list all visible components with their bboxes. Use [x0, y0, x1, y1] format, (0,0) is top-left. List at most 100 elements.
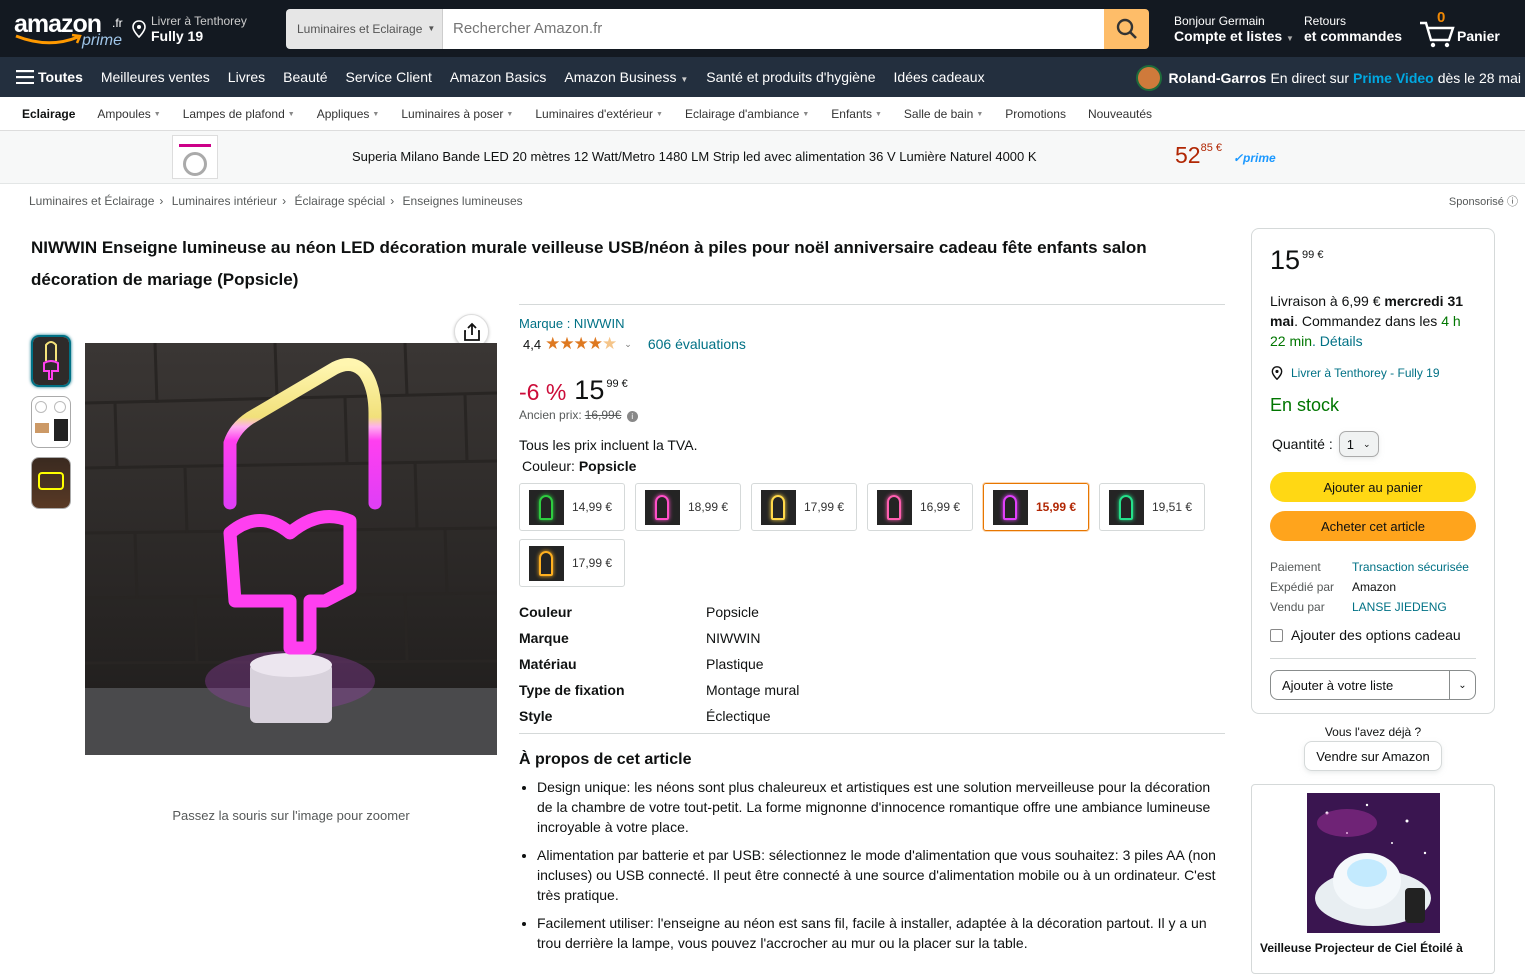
- spec-key: Matériau: [519, 656, 577, 672]
- banner-title[interactable]: Superia Milano Bande LED 20 mètres 12 Wa…: [352, 149, 1037, 164]
- payment-link[interactable]: Transaction sécurisée: [1352, 560, 1469, 574]
- color-swatch[interactable]: 17,99 €: [519, 539, 625, 587]
- account-label: Compte et listes: [1174, 27, 1283, 44]
- gift-options[interactable]: Ajouter des options cadeau: [1270, 627, 1476, 643]
- star-rating-icon[interactable]: ★★★★★: [545, 334, 617, 354]
- sponsored-banner[interactable]: Superia Milano Bande LED 20 mètres 12 Wa…: [0, 131, 1525, 184]
- ad-product-title[interactable]: Veilleuse Projecteur de Ciel Étoilé à: [1260, 941, 1463, 955]
- color-swatch[interactable]: 14,99 €: [519, 483, 625, 531]
- subnav-lampes-plafond-label: Lampes de plafond: [182, 106, 285, 121]
- color-swatch[interactable]: 16,99 €: [867, 483, 973, 531]
- banner-price-cents: 85 €: [1200, 142, 1223, 154]
- nav-item-amazon-business[interactable]: Amazon Business ▼: [564, 69, 688, 85]
- nav-item-bestsellers[interactable]: Meilleures ventes: [101, 69, 210, 85]
- spec-value: Popsicle: [706, 604, 759, 620]
- thumbnail-1[interactable]: [31, 335, 71, 387]
- subnav-enfants[interactable]: Enfants ▼: [831, 107, 882, 121]
- color-swatch[interactable]: 19,51 €: [1099, 483, 1205, 531]
- ad-product-image[interactable]: [1307, 793, 1440, 933]
- swatch-neon-glyph: [655, 494, 669, 520]
- nav-item-health[interactable]: Santé et produits d'hygiène: [706, 69, 875, 85]
- deliver-to[interactable]: Livrer à Tenthorey Fully 19: [130, 6, 278, 51]
- subnav-nouveautes[interactable]: Nouveautés: [1088, 107, 1152, 121]
- roland-garros-promo[interactable]: Roland-Garros En direct sur Prime Video …: [1136, 65, 1521, 91]
- info-icon[interactable]: ⓘ: [1507, 196, 1518, 208]
- swatch-neon-glyph: [1003, 494, 1017, 520]
- sell-on-amazon-button[interactable]: Vendre sur Amazon: [1304, 741, 1442, 771]
- product-title: NIWWIN Enseigne lumineuse au néon LED dé…: [31, 238, 1147, 289]
- banner-product-image[interactable]: [172, 135, 218, 179]
- breadcrumb-item[interactable]: Luminaires et Éclairage: [29, 194, 154, 208]
- breadcrumb-item[interactable]: Enseignes lumineuses: [403, 194, 523, 208]
- subnav-luminaires-exterieur[interactable]: Luminaires d'extérieur ▼: [535, 107, 663, 121]
- thumb-2-lamp-a: [35, 401, 47, 413]
- subnav-salle-de-bain[interactable]: Salle de bain ▼: [904, 107, 983, 121]
- nav-item-gift-ideas[interactable]: Idées cadeaux: [894, 69, 985, 85]
- nav-item-books[interactable]: Livres: [228, 69, 265, 85]
- all-menu-label: Toutes: [38, 69, 83, 85]
- color-swatch[interactable]: 18,99 €: [635, 483, 741, 531]
- add-to-cart-button[interactable]: Ajouter au panier: [1270, 472, 1476, 502]
- color-swatch[interactable]: 15,99 €: [983, 483, 1089, 531]
- search-icon: [1116, 18, 1137, 39]
- nav-item-amazon-basics[interactable]: Amazon Basics: [450, 69, 546, 85]
- breadcrumb-item[interactable]: Luminaires intérieur: [172, 194, 277, 208]
- breadcrumb-item[interactable]: Éclairage spécial: [294, 194, 385, 208]
- deliver-line2: Fully 19: [151, 27, 204, 44]
- banner-image-stripe: [179, 144, 211, 147]
- info-icon[interactable]: i: [626, 411, 638, 422]
- subnav-appliques[interactable]: Appliques ▼: [317, 107, 380, 121]
- buybox-price: 15 99 €: [1270, 245, 1476, 276]
- nav-item-amazon-business-label: Amazon Business: [564, 69, 677, 85]
- account-greeting: Bonjour Germain: [1174, 13, 1265, 28]
- chevron-down-icon[interactable]: ⌄: [624, 339, 632, 350]
- subnav-promotions[interactable]: Promotions: [1005, 107, 1066, 121]
- subnav-ampoules[interactable]: Ampoules ▼: [97, 107, 160, 121]
- account-menu[interactable]: Bonjour Germain Compte et listes ▼: [1174, 14, 1304, 44]
- subnav-lampes-plafond[interactable]: Lampes de plafond ▼: [183, 107, 295, 121]
- price-block: -6 % 15 99 €: [519, 375, 1225, 406]
- subnav-luminaires-poser[interactable]: Luminaires à poser ▼: [401, 107, 513, 121]
- brand-link[interactable]: Marque : NIWWIN: [519, 316, 1225, 331]
- swatch-neon-glyph: [539, 494, 553, 520]
- returns-orders[interactable]: Retours et commandes: [1304, 14, 1419, 44]
- thumb-2-battery: [35, 423, 49, 433]
- amazon-logo[interactable]: amazon .fr prime: [0, 0, 130, 57]
- gift-checkbox[interactable]: [1270, 628, 1283, 642]
- spec-row: Matériau Plastique: [519, 651, 1225, 677]
- swatch-image: [645, 489, 680, 525]
- subnav-eclairage[interactable]: Eclairage: [22, 107, 75, 121]
- all-menu-button[interactable]: Toutes: [16, 69, 83, 85]
- add-to-list-button[interactable]: Ajouter à votre liste: [1271, 671, 1450, 699]
- thumbnail-2[interactable]: [31, 396, 71, 448]
- delivery-location[interactable]: Livrer à Tenthorey - Fully 19: [1270, 366, 1476, 380]
- old-price-value: 16,99€: [584, 408, 622, 422]
- ratings-count-link[interactable]: 606 évaluations: [648, 336, 746, 352]
- subnav-eclairage-ambiance[interactable]: Eclairage d'ambiance ▼: [685, 107, 809, 121]
- thumbnail-3[interactable]: [31, 457, 71, 509]
- cart-button[interactable]: 0 Panier: [1419, 9, 1509, 49]
- seller-link[interactable]: LANSE JIEDENG: [1352, 600, 1447, 614]
- banner-image-coil: [183, 152, 207, 176]
- buy-now-button[interactable]: Acheter cet article: [1270, 511, 1476, 541]
- rating-value: 4,4: [523, 336, 542, 352]
- share-icon: [463, 322, 480, 341]
- cart-count: 0: [1437, 8, 1446, 26]
- seller-info-row: Expédié par Amazon: [1270, 577, 1476, 597]
- main-product-image[interactable]: [85, 343, 497, 755]
- seller-info-row: Vendu par LANSE JIEDENG: [1270, 597, 1476, 617]
- sponsored-product-card[interactable]: Veilleuse Projecteur de Ciel Étoilé à: [1251, 784, 1495, 974]
- nav-item-customer-service[interactable]: Service Client: [346, 69, 432, 85]
- thumbnail-strip: [31, 335, 71, 518]
- nav-item-beauty[interactable]: Beauté: [283, 69, 327, 85]
- quantity-select[interactable]: 1 ⌄: [1338, 431, 1379, 457]
- color-swatches: 14,99 € 18,99 € 17,99 € 16,99 € 15,99 € 19,51…: [519, 483, 1219, 595]
- search-category-select[interactable]: Luminaires et Eclairage ▼: [286, 8, 443, 49]
- swatch-image: [529, 489, 564, 525]
- buybox-price-whole: 15: [1270, 245, 1301, 275]
- delivery-details-link[interactable]: . Détails: [1312, 333, 1363, 349]
- list-dropdown-button[interactable]: ⌄: [1450, 671, 1475, 699]
- search-input[interactable]: [443, 8, 1104, 49]
- color-swatch[interactable]: 17,99 €: [751, 483, 857, 531]
- search-button[interactable]: [1104, 8, 1149, 49]
